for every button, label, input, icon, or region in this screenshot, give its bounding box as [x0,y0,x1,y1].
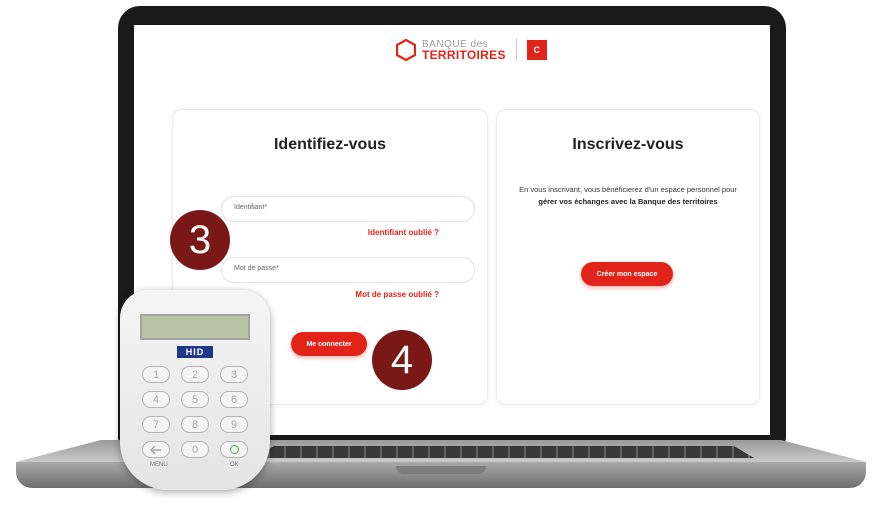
password-field[interactable]: Mot de passe* [221,257,475,283]
token-menu-label: MENU [150,462,168,468]
signup-panel: Inscrivez-vous En vous inscrivant, vous … [496,109,760,405]
identifier-placeholder: Identifiant* [234,204,268,211]
step-3-badge: 3 [170,210,230,270]
signup-description-text: En vous inscrivant, vous bénéficierez d'… [519,185,737,194]
token-key-1: 1 [142,366,170,383]
laptop-notch [396,466,486,474]
laptop-keyboard [254,446,754,458]
banque-des-territoires-logo: BANQUE des TERRITOIRES C [396,33,547,67]
token-key-3: 3 [220,366,248,383]
back-arrow-icon [150,444,161,455]
token-key-9: 9 [220,416,248,433]
token-lcd-screen [140,314,250,340]
logo-separator [515,39,517,61]
hid-logo: HID [177,346,213,358]
token-key-2: 2 [181,366,209,383]
step-4-badge: 4 [372,330,432,390]
power-icon [229,445,239,454]
hid-otp-token: HID 1 2 3 4 5 6 7 8 9 0 MENU OK [120,290,270,490]
token-key-0: 0 [181,441,209,458]
login-button[interactable]: Me connecter [291,332,367,356]
identifier-forgot-link[interactable]: Identifiant oublié ? [368,228,439,237]
token-key-back [142,441,170,458]
token-key-6: 6 [220,391,248,408]
token-key-8: 8 [181,416,209,433]
token-key-ok [220,441,248,458]
password-placeholder: Mot de passe* [234,265,279,272]
signup-description-bold: gérer vos échanges avec la Banque des te… [538,197,718,206]
token-key-7: 7 [142,416,170,433]
token-ok-label: OK [230,462,239,468]
hexagon-logo-icon [396,39,416,61]
create-account-button[interactable]: Créer mon espace [581,262,673,286]
signup-title: Inscrivez-vous [572,136,684,153]
password-forgot-link[interactable]: Mot de passe oublié ? [355,290,439,299]
signup-description: En vous inscrivant, vous bénéficierez d'… [517,184,739,208]
logo-line-2: TERRITOIRES [422,48,506,62]
login-title: Identifiez-vous [273,136,386,153]
caisse-depots-badge: C [526,40,547,60]
token-key-5: 5 [181,391,209,408]
identifier-field[interactable]: Identifiant* [221,196,475,222]
token-key-4: 4 [142,391,170,408]
